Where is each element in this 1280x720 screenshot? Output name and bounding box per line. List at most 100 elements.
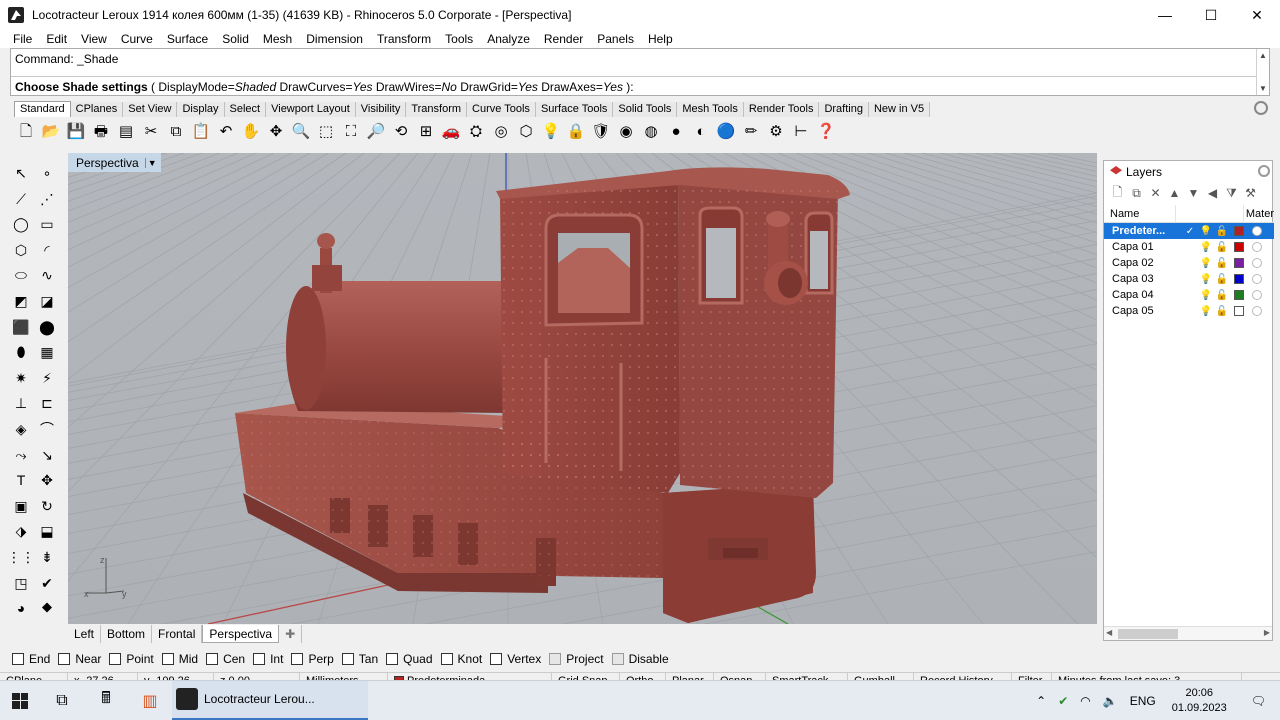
layer-color-swatch[interactable] [1234, 306, 1244, 316]
notifications-icon[interactable]: 🗨 [1237, 694, 1280, 708]
visibility-bulb-icon[interactable]: 💡 [1198, 258, 1214, 269]
osnap-int[interactable]: Int [253, 652, 283, 666]
tray-app-icon[interactable]: ✔ [1052, 694, 1074, 708]
menu-analyze[interactable]: Analyze [480, 32, 537, 46]
option-draw-curves[interactable]: Yes [352, 80, 372, 94]
option-draw-axes[interactable]: Yes [603, 80, 623, 94]
option-draw-wires[interactable]: No [442, 80, 457, 94]
osnap-checkbox[interactable] [12, 653, 24, 665]
layer-material-icon[interactable] [1252, 258, 1262, 268]
layer-row[interactable]: Capa 04 💡 🔓 [1104, 287, 1274, 303]
osnap-perp[interactable]: Perp [291, 652, 334, 666]
offset-icon[interactable]: ⤳ [10, 444, 32, 466]
osnap-checkbox[interactable] [291, 653, 304, 665]
osnap-near[interactable]: Near [58, 652, 101, 666]
rotate-icon[interactable]: ↻ [36, 495, 58, 517]
menu-edit[interactable]: Edit [39, 32, 74, 46]
taskbar-rhino-app[interactable]: Locotracteur Lerou... [172, 680, 368, 720]
color-wheel-icon[interactable]: ◉ [614, 119, 638, 143]
layers-panel-header[interactable]: Layers [1104, 161, 1274, 183]
extend-icon[interactable]: ↘ [36, 444, 58, 466]
toolbar-tab-viewport-layout[interactable]: Viewport Layout [266, 102, 356, 117]
start-button[interactable] [0, 681, 40, 720]
cplane-icon[interactable]: ⬡ [514, 119, 538, 143]
lock-icon[interactable]: 🔒 [564, 119, 588, 143]
cylinder-icon[interactable]: ⬮ [10, 341, 32, 363]
split-icon[interactable]: ⊥ [10, 392, 32, 414]
locomotive-model[interactable] [68, 153, 1097, 624]
toolbar-tab-surface-tools[interactable]: Surface Tools [535, 102, 614, 117]
help-icon[interactable]: ❓ [814, 119, 838, 143]
circle-icon[interactable]: ◯ [10, 213, 32, 235]
analyze-icon[interactable]: ◳ [10, 572, 32, 594]
scroll-left-icon[interactable]: ◀ [1106, 628, 1112, 637]
lock-open-icon[interactable]: 🔓 [1214, 306, 1230, 317]
filter-icon[interactable]: ⧩ [1222, 186, 1241, 201]
copy-icon[interactable]: ⧉ [164, 119, 188, 143]
osnap-checkbox[interactable] [253, 653, 266, 665]
toolbar-tab-new-in-v5[interactable]: New in V5 [868, 102, 931, 117]
osnap-checkbox[interactable] [549, 653, 562, 665]
polyline-icon[interactable]: ⟋ [10, 188, 32, 210]
viewport-tab-bottom[interactable]: Bottom [101, 625, 153, 643]
pencil-icon[interactable]: ✏ [739, 119, 763, 143]
command-prompt[interactable]: Choose Shade settings ( DisplayMode=Shad… [11, 76, 1257, 96]
layer-color-swatch[interactable] [1234, 290, 1244, 300]
osnap-checkbox[interactable] [161, 653, 174, 665]
boolean-icon[interactable]: ◈ [10, 418, 32, 440]
camera-icon[interactable]: ⛭ [464, 119, 488, 143]
osnap-disable[interactable]: Disable [611, 652, 669, 666]
curve-points-icon[interactable]: ⋰ [36, 188, 58, 210]
mesh-icon[interactable]: ▦ [36, 341, 58, 363]
car-icon[interactable]: 🚗 [439, 119, 463, 143]
osnap-checkbox[interactable] [386, 653, 399, 665]
viewport-tab-perspectiva[interactable]: Perspectiva [202, 625, 280, 643]
layer-material-icon[interactable] [1252, 226, 1262, 236]
toolbar-gear-icon[interactable] [1254, 101, 1268, 115]
toolbar-tab-curve-tools[interactable]: Curve Tools [467, 102, 536, 117]
align-icon[interactable]: ⇟ [36, 546, 58, 568]
sphere-wire-icon[interactable]: ◍ [639, 119, 663, 143]
osnap-quad[interactable]: Quad [386, 652, 433, 666]
layer-material-icon[interactable] [1252, 242, 1262, 252]
move-icon[interactable]: ✥ [36, 469, 58, 491]
sphere-tool-icon[interactable]: ◕ [10, 597, 32, 619]
clock[interactable]: 20:06 01.09.2023 [1162, 686, 1237, 716]
join-icon[interactable]: ⊏ [36, 392, 58, 414]
lock-open-icon[interactable]: 🔓 [1214, 226, 1230, 237]
zoom-extents-icon[interactable]: ⛶ [339, 119, 363, 143]
layer-material-icon[interactable] [1252, 290, 1262, 300]
render-tool-icon[interactable]: ⯁ [36, 597, 58, 619]
toolbar-tab-cplanes[interactable]: CPlanes [70, 102, 124, 117]
layers-gear-icon[interactable] [1258, 165, 1270, 177]
osnap-tan[interactable]: Tan [341, 652, 378, 666]
osnap-checkbox[interactable] [206, 653, 219, 665]
undo-icon[interactable]: ↶ [214, 119, 238, 143]
move-down-icon[interactable]: ▼ [1184, 186, 1203, 200]
layer-row[interactable]: Capa 01 💡 🔓 [1104, 239, 1274, 255]
toolbar-tab-solid-tools[interactable]: Solid Tools [613, 102, 678, 117]
maximize-button[interactable]: ☐ [1188, 0, 1234, 30]
menu-surface[interactable]: Surface [160, 32, 215, 46]
target-icon[interactable]: ◎ [489, 119, 513, 143]
viewport-title-tab[interactable]: Perspectiva ▼ [68, 153, 161, 172]
layer-row[interactable]: Capa 03 💡 🔓 [1104, 271, 1274, 287]
new-sublayer-icon[interactable]: ⧉ [1127, 186, 1146, 201]
import-icon[interactable]: ▤ [114, 119, 138, 143]
visibility-bulb-icon[interactable]: 💡 [1198, 274, 1214, 285]
tools-icon[interactable]: ⚒ [1241, 186, 1260, 200]
surface-patch-icon[interactable]: ◪ [36, 290, 58, 312]
delete-layer-icon[interactable]: ✕ [1146, 186, 1165, 200]
trim-icon[interactable]: ⚡ [36, 367, 58, 389]
zoom-window-icon[interactable]: ⬚ [314, 119, 338, 143]
osnap-project[interactable]: Project [549, 652, 604, 666]
visibility-bulb-icon[interactable]: 💡 [1198, 242, 1214, 253]
select-arrow-icon[interactable]: ↖ [10, 162, 32, 184]
rotate-view-icon[interactable]: ⟲ [389, 119, 413, 143]
toolbar-tab-display[interactable]: Display [177, 102, 225, 117]
toolbar-tab-visibility[interactable]: Visibility [355, 102, 407, 117]
sphere-render-icon[interactable]: ◐ [689, 119, 713, 143]
calculator-icon[interactable]: 🖩 [84, 681, 128, 720]
tray-chevron-icon[interactable]: ⌃ [1030, 694, 1052, 708]
menu-help[interactable]: Help [641, 32, 680, 46]
